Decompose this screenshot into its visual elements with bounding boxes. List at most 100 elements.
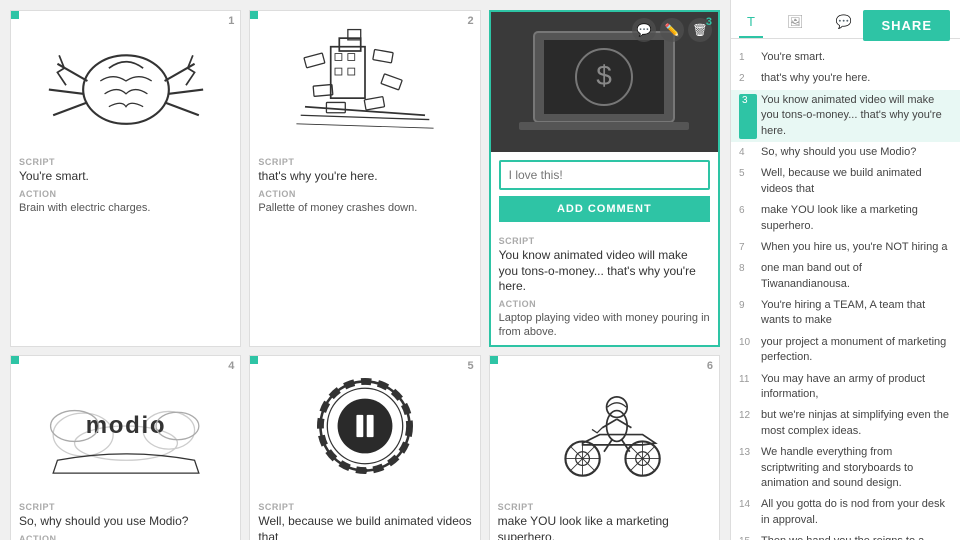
script-item-6[interactable]: 6make YOU look like a marketing superher… [731,200,960,237]
card-2-script-label: SCRIPT [258,157,471,167]
script-num-8: 8 [739,262,757,292]
script-text-8: one man band out of Tiwanandianousa. [761,261,952,292]
card-5-image [250,356,479,496]
card-2-number: 2 [468,15,474,27]
card-3-script: You know animated video will make you to… [499,248,710,295]
storyboard-grid: 1 SCRIPT You're smart. ACTION Brain with… [0,0,730,540]
tab-image[interactable]: 🖼 [779,8,812,38]
script-num-15: 15 [739,535,757,540]
card-5-footer: 5 SCRIPT Well, because we build animated… [250,496,479,540]
script-num-3: 3 [739,94,757,139]
card-4-number: 4 [228,360,234,372]
card-6-image [490,356,719,496]
script-num-4: 4 [739,146,757,160]
card-5: 5 SCRIPT Well, because we build animated… [249,355,480,540]
card-2-script: that's why you're here. [258,169,471,185]
corner-tl [11,11,19,19]
script-num-13: 13 [739,446,757,491]
script-item-11[interactable]: 11You may have an army of product inform… [731,369,960,406]
modio-illustration: modio [36,366,216,486]
script-item-12[interactable]: 12but we're ninjas at simplifying even t… [731,405,960,442]
card-4-action-label: ACTION [19,534,232,540]
script-text-7: When you hire us, you're NOT hiring a [761,240,952,255]
card-4-footer: 4 SCRIPT So, why should you use Modio? A… [11,496,240,540]
script-item-1[interactable]: 1 You're smart. [731,47,960,68]
svg-text:$: $ [597,60,613,91]
card-4-image: modio [11,356,240,496]
card-1-script-label: SCRIPT [19,157,232,167]
tab-text[interactable]: T [739,8,763,38]
card-1-script: You're smart. [19,169,232,185]
script-item-5[interactable]: 5Well, because we build animated videos … [731,163,960,200]
svg-text:modio: modio [85,412,166,439]
card-2-action-label: ACTION [258,189,471,199]
card-3-action: Laptop playing video with money pouring … [499,311,710,340]
script-num-1: 1 [739,51,757,65]
script-item-3[interactable]: 3You know animated video will make you t… [731,90,960,142]
card-3: $ 💬 ✏️ 🗑 ADD COMMENT 3 SCRIPT You know a… [489,10,720,347]
card-3-image: $ 💬 ✏️ 🗑 [491,12,718,152]
card-2-action: Pallette of money crashes down. [258,201,471,215]
share-button[interactable]: SHARE [863,10,950,41]
script-text-9: You're hiring a TEAM, A team that wants … [761,298,952,329]
panel-script-list: 1You're smart.2that's why you're here.3Y… [731,39,960,540]
card-4-script-label: SCRIPT [19,502,232,512]
corner-tl-4 [11,356,19,364]
money-illustration [275,21,455,141]
card-3-footer: 3 SCRIPT You know animated video will ma… [491,230,718,345]
script-num-14: 14 [739,498,757,528]
brain-illustration [36,21,216,141]
circle-illustration [275,366,455,486]
script-text-2: that's why you're here. [761,71,952,86]
script-text-3: You know animated video will make you to… [761,93,952,139]
edit-icon[interactable]: ✏️ [660,18,684,42]
card-6-footer: 6 SCRIPT make YOU look like a marketing … [490,496,719,540]
script-text-15: Then we hand you the reigns to a bona-fi… [761,534,952,540]
card-1-action-label: ACTION [19,189,232,199]
bubble-icon[interactable]: 💬 [632,18,656,42]
right-panel: T 🖼 💬 1 You're smart. 2 that's why you're h… [730,0,960,540]
script-item-10[interactable]: 10your project a monument of marketing p… [731,332,960,369]
corner-tl-5 [250,356,258,364]
script-item-8[interactable]: 8one man band out of Tiwanandianousa. [731,258,960,295]
card-5-script: Well, because we build animated videos t… [258,514,471,540]
script-num-11: 11 [739,373,757,403]
script-text-10: your project a monument of marketing per… [761,335,952,366]
script-num-12: 12 [739,409,757,439]
script-item-2[interactable]: 2 that's why you're here. [731,68,960,89]
script-num-7: 7 [739,241,757,255]
card-3-overlay: ADD COMMENT [491,152,718,230]
card-2: 2 SCRIPT that's why you're here. ACTION … [249,10,480,347]
script-item-4[interactable]: 4So, why should you use Modio? [731,142,960,163]
card-2-image [250,11,479,151]
script-text-6: make YOU look like a marketing superhero… [761,203,952,234]
script-item-7[interactable]: 7 When you hire us, you're NOT hiring a [731,237,960,258]
card-3-script-label: SCRIPT [499,236,710,246]
script-num-10: 10 [739,336,757,366]
script-item-15[interactable]: 15 Then we hand you the reigns to a bona-… [731,531,960,540]
card-1-number: 1 [228,15,234,27]
comment-input[interactable] [499,160,710,190]
card-4-script: So, why should you use Modio? [19,514,232,530]
script-num-2: 2 [739,72,757,86]
card-1: 1 SCRIPT You're smart. ACTION Brain with… [10,10,241,347]
script-text-1: You're smart. [761,50,952,65]
card-5-script-label: SCRIPT [258,502,471,512]
card-1-footer: 1 SCRIPT You're smart. ACTION Brain with… [11,151,240,221]
script-item-13[interactable]: 13We handle everything from scriptwritin… [731,442,960,494]
script-num-9: 9 [739,299,757,329]
script-text-11: You may have an army of product informat… [761,372,952,403]
script-text-14: All you gotta do is nod from your desk i… [761,497,952,528]
card-3-number: 3 [706,16,712,28]
card-4: modio 4 SCRIPT So, why should you use Mo… [10,355,241,540]
script-num-6: 6 [739,204,757,234]
script-item-14[interactable]: 14All you gotta do is nod from your desk… [731,494,960,531]
script-text-13: We handle everything from scriptwriting … [761,445,952,491]
card-2-footer: 2 SCRIPT that's why you're here. ACTION … [250,151,479,221]
card-5-number: 5 [468,360,474,372]
card-3-icons: 💬 ✏️ 🗑 [632,18,712,42]
script-item-9[interactable]: 9You're hiring a TEAM, A team that wants… [731,295,960,332]
superhero-illustration [514,366,694,486]
add-comment-button[interactable]: ADD COMMENT [499,196,710,222]
tab-comment[interactable]: 💬 [827,8,859,38]
